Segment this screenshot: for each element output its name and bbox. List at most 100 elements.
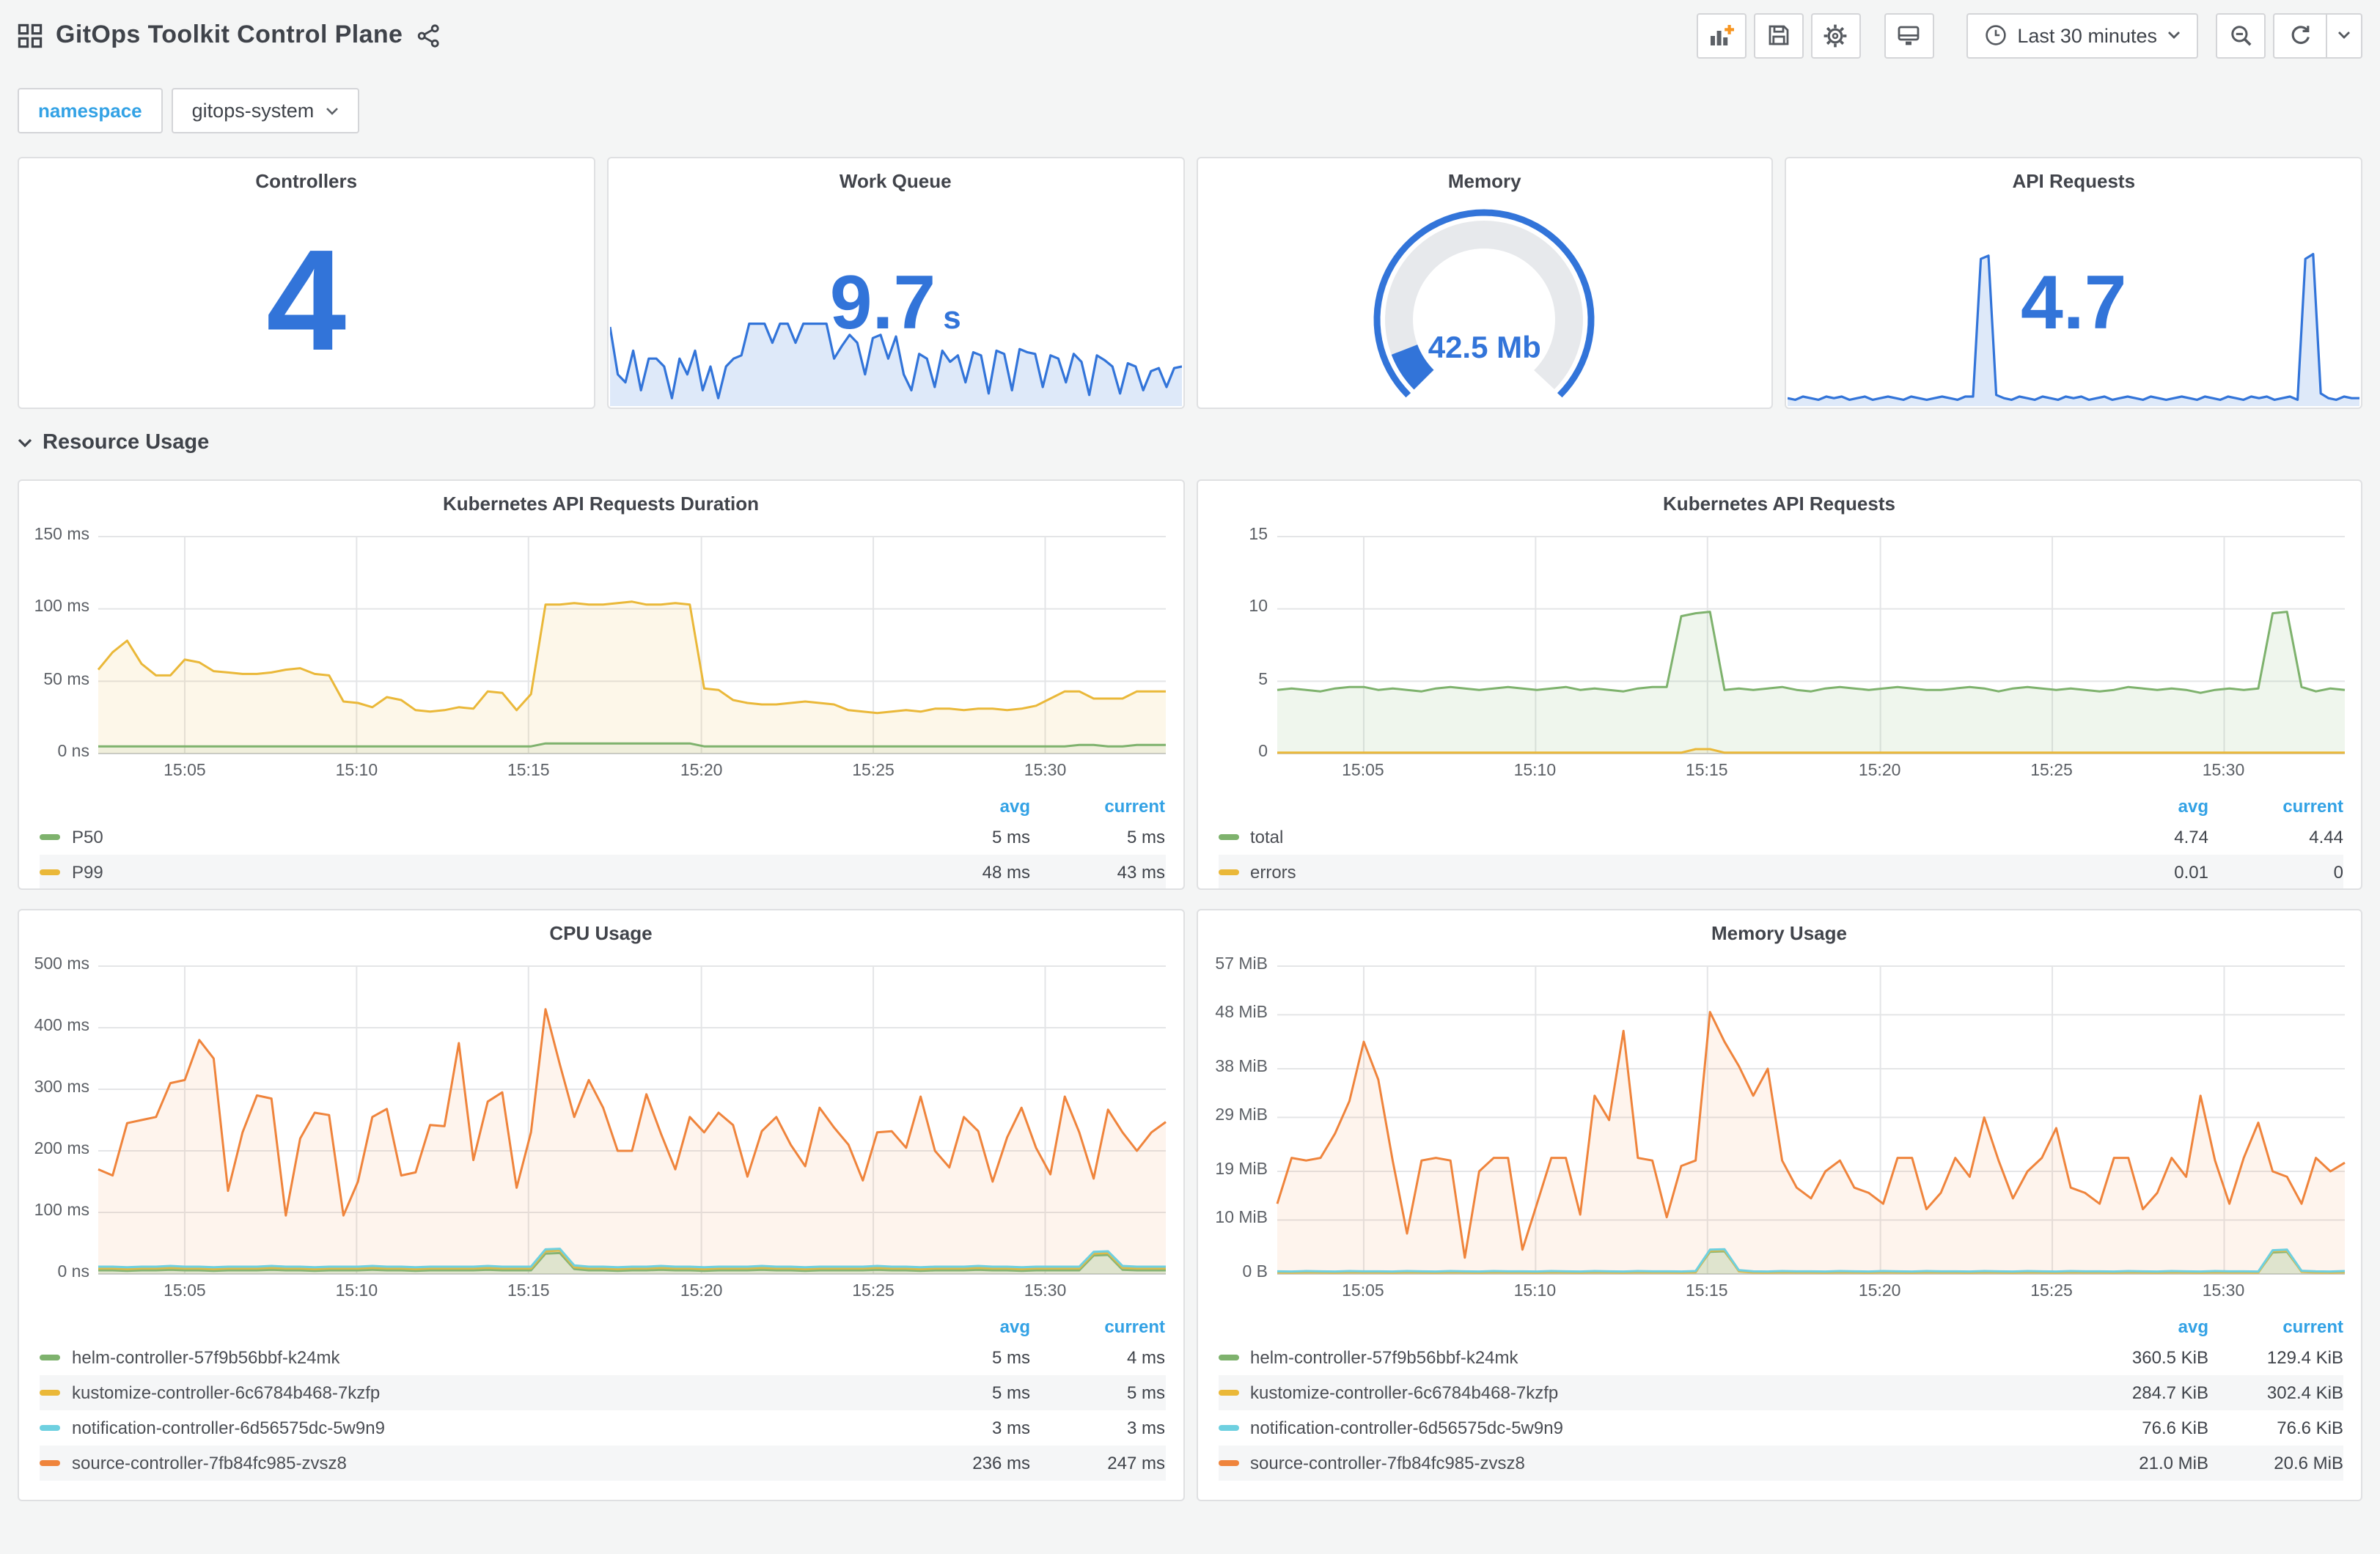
panel-title[interactable]: Work Queue: [609, 158, 1183, 202]
series-avg-value: 76.6 KiB: [2142, 1418, 2208, 1438]
series-color-dash: [1218, 1425, 1238, 1431]
top-bar: GitOps Toolkit Control Plane Last 30 min…: [0, 0, 2380, 70]
y-axis-tick: 400 ms: [34, 1017, 89, 1035]
y-axis-tick: 38 MiB: [1215, 1058, 1268, 1076]
plot-area[interactable]: [97, 536, 1166, 754]
x-axis-tick: 15:30: [1024, 762, 1067, 780]
series-avg-value: 360.5 KiB: [2131, 1347, 2208, 1368]
time-range-picker[interactable]: Last 30 minutes: [1966, 12, 2198, 58]
panel-title[interactable]: API Requests: [1787, 158, 2362, 202]
chevron-down-icon: [18, 438, 32, 447]
plot-area[interactable]: [1276, 536, 2345, 754]
series-current-value: 4 ms: [1126, 1347, 1165, 1368]
variables-row: namespace gitops-system: [18, 88, 360, 133]
series-color-dash: [40, 834, 60, 840]
plot-area[interactable]: [1275, 965, 2345, 1275]
y-axis-tick: 50 ms: [43, 671, 89, 689]
y-axis-tick: 150 ms: [34, 526, 89, 544]
legend-row[interactable]: kustomize-controller-6c6784b468-7kzfp 284…: [1218, 1375, 2343, 1410]
panel-controllers: Controllers 4: [18, 157, 595, 409]
legend-column-avg[interactable]: avg: [2074, 795, 2208, 816]
series-name: source-controller-7fb84fc985-zvsz8: [1250, 1453, 1525, 1473]
save-dashboard-button[interactable]: [1753, 12, 1804, 58]
legend-row[interactable]: source-controller-7fb84fc985-zvsz8 21.0 M…: [1218, 1446, 2343, 1481]
variable-label-namespace[interactable]: namespace: [18, 88, 163, 133]
series-avg-value: 3 ms: [991, 1418, 1030, 1438]
series-current-value: 302.4 KiB: [2266, 1382, 2343, 1403]
series-name: source-controller-7fb84fc985-zvsz8: [72, 1453, 347, 1473]
panel-title[interactable]: CPU Usage: [19, 910, 1183, 954]
series-name: notification-controller-6d56575dc-5w9n9: [72, 1418, 385, 1438]
legend-row[interactable]: P99 48 ms 43 ms: [40, 855, 1165, 888]
legend-row[interactable]: kustomize-controller-6c6784b468-7kzfp 5 m…: [40, 1375, 1165, 1410]
charts-row-1: Kubernetes API Requests Duration 0 ns 50 …: [18, 479, 2362, 890]
refresh-interval-button[interactable]: [2327, 12, 2362, 58]
legend-row[interactable]: P50 5 ms 5 ms: [40, 820, 1165, 855]
legend-row[interactable]: total 4.74 4.44: [1218, 820, 2343, 855]
x-axis-tick: 15:15: [1685, 762, 1728, 780]
x-axis-tick: 15:05: [164, 1283, 206, 1300]
legend-row[interactable]: helm-controller-57f9b56bbf-k24mk 360.5 Ki…: [1218, 1340, 2343, 1375]
cycle-view-button[interactable]: [1884, 12, 1934, 58]
legend-column-current[interactable]: current: [1030, 795, 1165, 816]
legend-row[interactable]: helm-controller-57f9b56bbf-k24mk 5 ms 4 ms: [40, 1340, 1165, 1375]
legend-column-current[interactable]: current: [1030, 1316, 1165, 1336]
zoom-out-button[interactable]: [2216, 12, 2266, 58]
series-name: helm-controller-57f9b56bbf-k24mk: [72, 1347, 340, 1368]
add-panel-button[interactable]: [1696, 12, 1747, 58]
series-color-dash: [40, 869, 60, 875]
y-axis-tick: 0: [1258, 743, 1268, 761]
legend-column-avg[interactable]: avg: [2074, 1316, 2208, 1336]
legend-column-avg[interactable]: avg: [895, 1316, 1030, 1336]
charts-row-2: CPU Usage 0 ns 100 ms 200 ms 300 ms 400 ms 50…: [18, 909, 2362, 1501]
refresh-button[interactable]: [2273, 12, 2327, 58]
y-axis-tick: 0 ns: [57, 743, 90, 761]
series-avg-value: 5 ms: [991, 1347, 1030, 1368]
series-avg-value: 0.01: [2174, 862, 2208, 883]
legend: avg current total 4.74 4.44 errors 0.01 0: [1218, 792, 2343, 888]
plot: 0 ns 100 ms 200 ms 300 ms 400 ms 500 ms 15:05 1…: [31, 956, 1168, 1306]
x-axis-tick: 15:25: [852, 762, 895, 780]
caret-down-icon: [2168, 32, 2180, 39]
series-name: kustomize-controller-6c6784b468-7kzfp: [72, 1382, 381, 1403]
panel-memory: Memory 42.5 Mb: [1196, 157, 1774, 409]
panel-title[interactable]: Kubernetes API Requests Duration: [19, 481, 1183, 525]
y-axis-tick: 10 MiB: [1215, 1209, 1268, 1228]
x-axis-tick: 15:10: [1513, 762, 1557, 780]
series-avg-value: 48 ms: [982, 862, 1030, 883]
plot: 0 ns 50 ms 100 ms 150 ms 15:05 15:10 15:15 15:2…: [31, 526, 1168, 786]
series-color-dash: [1218, 1390, 1238, 1396]
legend-column-avg[interactable]: avg: [895, 795, 1030, 816]
series-current-value: 4.44: [2309, 827, 2343, 847]
legend-row[interactable]: notification-controller-6d56575dc-5w9n9 3…: [40, 1410, 1165, 1446]
series-current-value: 129.4 KiB: [2266, 1347, 2343, 1368]
variable-value-namespace[interactable]: gitops-system: [171, 88, 360, 133]
y-axis-tick: 15: [1249, 526, 1268, 544]
y-axis-tick: 10: [1249, 598, 1268, 616]
legend-column-current[interactable]: current: [2208, 795, 2343, 816]
share-icon[interactable]: [416, 23, 441, 48]
row-resource-usage[interactable]: Resource Usage: [18, 431, 209, 454]
x-axis-tick: 15:05: [164, 762, 206, 780]
legend-row[interactable]: errors 0.01 0: [1218, 855, 2343, 888]
series-current-value: 3 ms: [1126, 1418, 1165, 1438]
series-avg-value: 5 ms: [991, 827, 1030, 847]
legend-row[interactable]: notification-controller-6d56575dc-5w9n9 7…: [1218, 1410, 2343, 1446]
plot-area[interactable]: [98, 965, 1167, 1275]
legend-column-current[interactable]: current: [2208, 1316, 2343, 1336]
legend-row[interactable]: source-controller-7fb84fc985-zvsz8 236 ms…: [40, 1446, 1165, 1481]
panel-title[interactable]: Memory: [1197, 158, 1772, 202]
series-name: notification-controller-6d56575dc-5w9n9: [1250, 1418, 1563, 1438]
series-current-value: 20.6 MiB: [2274, 1453, 2343, 1473]
time-range-label: Last 30 minutes: [2017, 24, 2157, 46]
series-color-dash: [1218, 1460, 1238, 1466]
legend-header: avg current: [1218, 1312, 2343, 1340]
panel-title[interactable]: Controllers: [19, 158, 594, 202]
series-color-dash: [40, 1390, 60, 1396]
x-axis-tick: 15:15: [507, 1283, 550, 1300]
series-color-dash: [40, 1355, 60, 1360]
panel-title[interactable]: Memory Usage: [1197, 910, 2361, 954]
dashboard-settings-button[interactable]: [1810, 12, 1861, 58]
panel-title[interactable]: Kubernetes API Requests: [1197, 481, 2361, 525]
x-axis-tick: 15:30: [2202, 762, 2245, 780]
